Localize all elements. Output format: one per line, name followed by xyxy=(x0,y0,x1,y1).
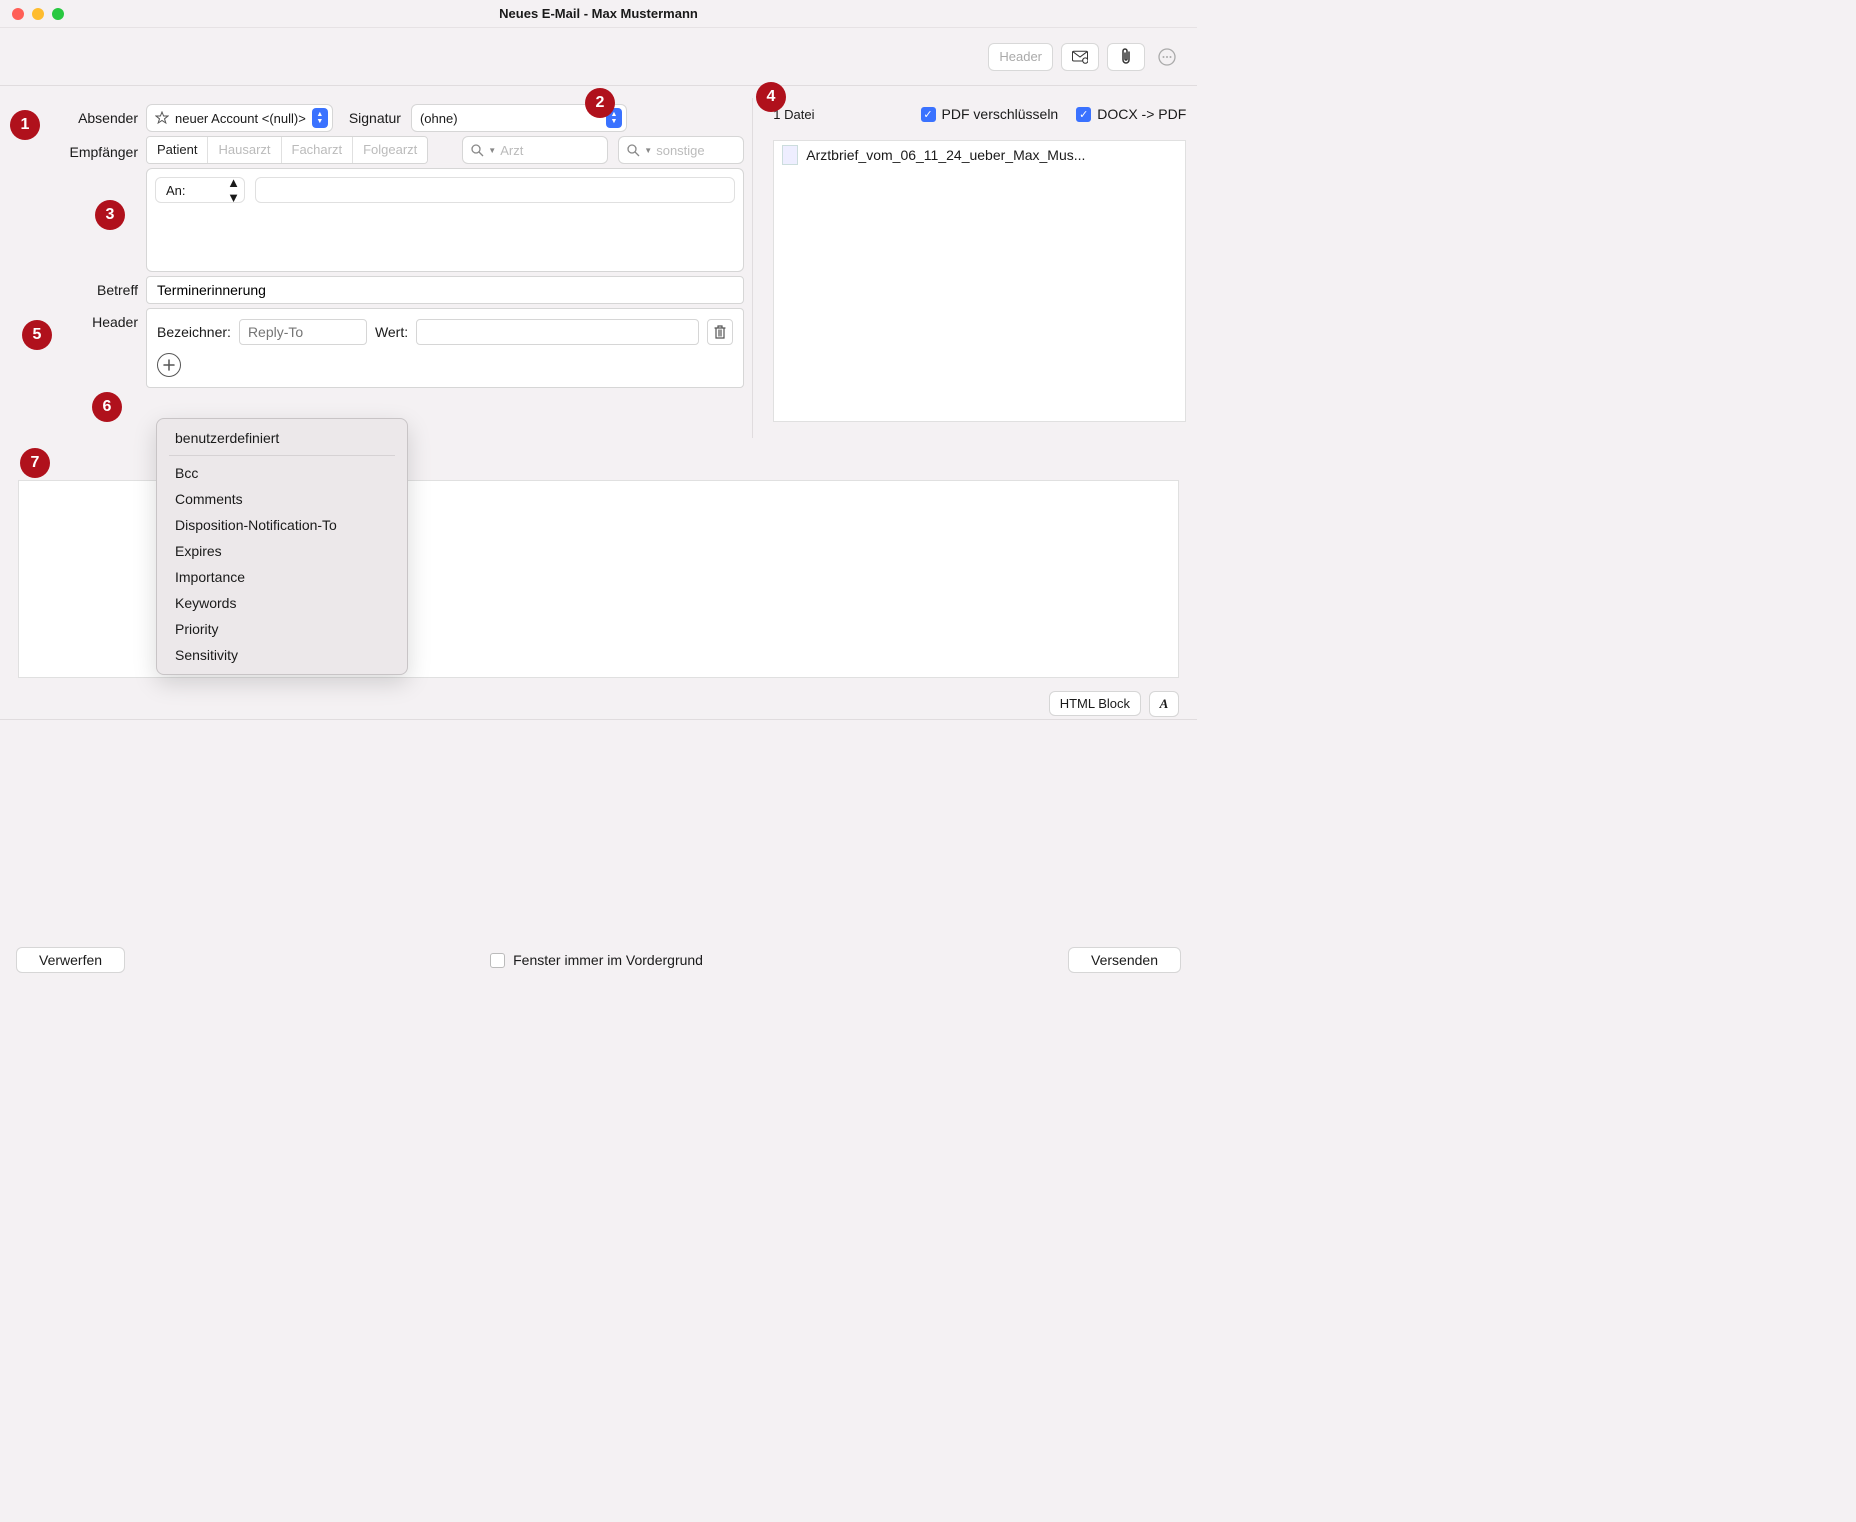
to-label: An: xyxy=(166,183,186,198)
absender-value: neuer Account <(null)> xyxy=(175,111,306,126)
to-block: An: ▲▼ xyxy=(146,168,744,272)
top-toolbar: Header xyxy=(0,28,1197,86)
always-on-top-checkbox[interactable] xyxy=(490,953,505,968)
attachment-panel: 1 Datei ✓ PDF verschlüsseln ✓ DOCX -> PD… xyxy=(752,98,1196,438)
always-on-top-label: Fenster immer im Vordergrund xyxy=(513,952,703,968)
annotation-7: 7 xyxy=(20,448,50,478)
delete-header-button[interactable] xyxy=(707,319,733,345)
body-toolbar: HTML Block A xyxy=(0,688,1197,720)
tab-facharzt[interactable]: Facharzt xyxy=(282,137,354,163)
attachment-filename: Arztbrief_vom_06_11_24_ueber_Max_Mus... xyxy=(806,147,1085,163)
versenden-button[interactable]: Versenden xyxy=(1068,947,1181,973)
annotation-3: 3 xyxy=(95,200,125,230)
menu-item-disposition[interactable]: Disposition-Notification-To xyxy=(157,512,407,538)
wert-label: Wert: xyxy=(375,324,408,340)
annotation-4: 4 xyxy=(756,82,786,112)
plus-icon xyxy=(163,359,175,371)
search-arzt[interactable]: ▼ xyxy=(462,136,608,164)
header-toggle-button[interactable]: Header xyxy=(988,43,1053,71)
titlebar: Neues E-Mail - Max Mustermann xyxy=(0,0,1197,28)
envelope-unread-icon[interactable] xyxy=(1061,43,1099,71)
html-block-button[interactable]: HTML Block xyxy=(1049,691,1141,716)
pdf-encrypt-label: PDF verschlüsseln xyxy=(942,106,1059,122)
attachment-icon[interactable] xyxy=(1107,43,1145,71)
absender-select[interactable]: neuer Account <(null)> ▲▼ xyxy=(146,104,333,132)
add-header-button[interactable] xyxy=(157,353,181,377)
menu-item-expires[interactable]: Expires xyxy=(157,538,407,564)
tab-hausarzt[interactable]: Hausarzt xyxy=(208,137,281,163)
annotation-5: 5 xyxy=(22,320,52,350)
signatur-label: Signatur xyxy=(349,110,401,126)
menu-item-importance[interactable]: Importance xyxy=(157,564,407,590)
bezeichner-input[interactable] xyxy=(239,319,367,345)
to-input[interactable] xyxy=(255,177,735,203)
more-options-icon[interactable] xyxy=(1153,43,1181,71)
footer: Verwerfen Fenster immer im Vordergrund V… xyxy=(0,936,1197,984)
search-sonstige[interactable]: ▼ xyxy=(618,136,744,164)
search-arzt-input[interactable] xyxy=(500,143,570,158)
annotation-6: 6 xyxy=(92,392,122,422)
search-icon xyxy=(627,144,640,157)
chevron-down-icon: ▼ xyxy=(644,146,652,155)
docx-to-pdf-checkbox[interactable]: ✓ xyxy=(1076,107,1091,122)
star-icon xyxy=(155,111,169,125)
stepper-icon: ▲▼ xyxy=(312,108,328,128)
trash-icon xyxy=(713,324,727,340)
betreff-label: Betreff xyxy=(0,276,138,298)
pdf-encrypt-checkbox[interactable]: ✓ xyxy=(921,107,936,122)
file-icon xyxy=(782,145,798,165)
menu-item-sensitivity[interactable]: Sensitivity xyxy=(157,642,407,668)
search-sonstige-input[interactable] xyxy=(656,143,726,158)
annotation-2: 2 xyxy=(585,88,615,118)
to-type-select[interactable]: An: ▲▼ xyxy=(155,177,245,203)
recipient-tabs: Patient Hausarzt Facharzt Folgearzt xyxy=(146,136,428,164)
menu-item-bcc[interactable]: Bcc xyxy=(157,460,407,486)
stepper-icon: ▲▼ xyxy=(227,175,240,205)
menu-divider xyxy=(169,455,395,456)
menu-item-comments[interactable]: Comments xyxy=(157,486,407,512)
attachment-item[interactable]: Arztbrief_vom_06_11_24_ueber_Max_Mus... xyxy=(774,141,1185,169)
wert-input[interactable] xyxy=(416,319,699,345)
window-title: Neues E-Mail - Max Mustermann xyxy=(0,6,1197,21)
search-icon xyxy=(471,144,484,157)
annotation-1: 1 xyxy=(10,110,40,140)
header-type-menu: benutzerdefiniert Bcc Comments Dispositi… xyxy=(156,418,408,675)
form-area: Absender neuer Account <(null)> ▲▼ Signa… xyxy=(0,86,1197,456)
menu-item-priority[interactable]: Priority xyxy=(157,616,407,642)
header-block: Bezeichner: Wert: xyxy=(146,308,744,388)
chevron-down-icon: ▼ xyxy=(488,146,496,155)
signatur-value: (ohne) xyxy=(420,111,458,126)
betreff-input[interactable] xyxy=(146,276,744,304)
menu-item-keywords[interactable]: Keywords xyxy=(157,590,407,616)
header-label: Header xyxy=(0,308,138,330)
docx-to-pdf-label: DOCX -> PDF xyxy=(1097,106,1186,122)
tab-patient[interactable]: Patient xyxy=(147,137,208,163)
font-style-button[interactable]: A xyxy=(1149,691,1179,717)
menu-item-benutzerdefiniert[interactable]: benutzerdefiniert xyxy=(157,425,407,451)
attachment-list[interactable]: Arztbrief_vom_06_11_24_ueber_Max_Mus... xyxy=(773,140,1186,422)
bezeichner-label: Bezeichner: xyxy=(157,324,231,340)
verwerfen-button[interactable]: Verwerfen xyxy=(16,947,125,973)
tab-folgearzt[interactable]: Folgearzt xyxy=(353,137,427,163)
